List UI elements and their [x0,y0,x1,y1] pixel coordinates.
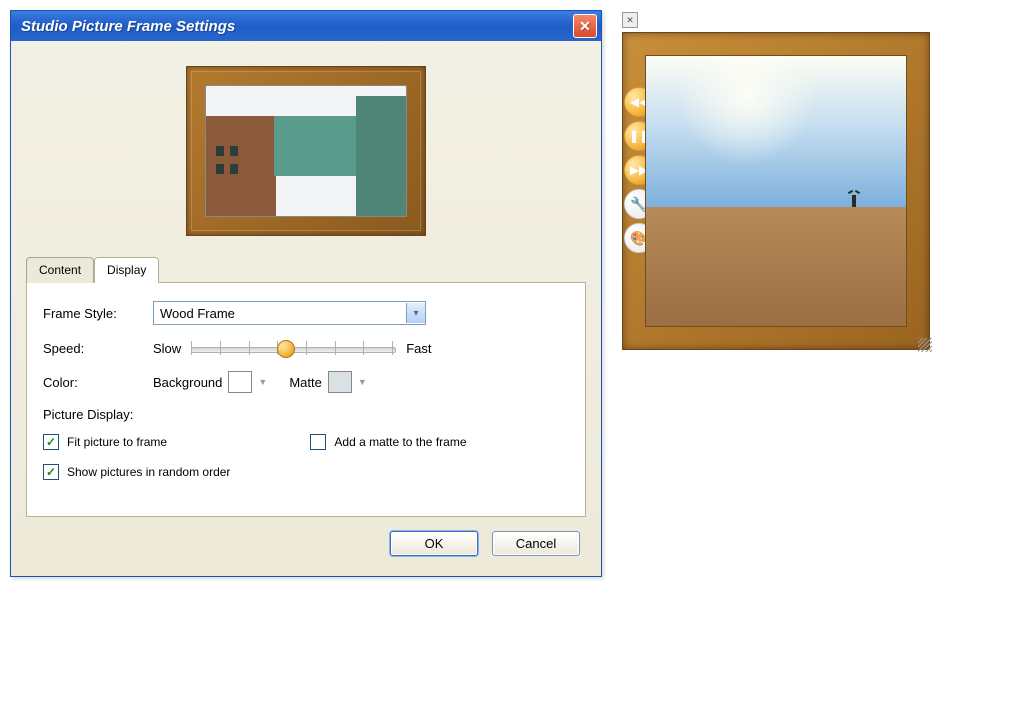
live-wood-frame [622,32,930,350]
speed-slow-label: Slow [153,341,181,356]
close-icon: ✕ [579,18,591,35]
picture-display-label: Picture Display: [43,407,569,422]
background-color-swatch[interactable] [228,371,252,393]
dialog-title: Studio Picture Frame Settings [21,18,235,35]
speed-slider[interactable] [191,339,396,357]
frame-style-value: Wood Frame [160,306,235,321]
tab-display[interactable]: Display [94,257,159,283]
settings-dialog: Studio Picture Frame Settings ✕ [10,10,602,577]
speed-label: Speed: [43,341,153,356]
widget-close-button[interactable]: ✕ [622,12,638,28]
speed-fast-label: Fast [406,341,431,356]
ok-button[interactable]: OK [390,531,478,556]
add-matte-label: Add a matte to the frame [334,435,466,449]
titlebar: Studio Picture Frame Settings ✕ [11,11,601,41]
frame-style-label: Frame Style: [43,306,153,321]
tab-content[interactable]: Content [26,257,94,283]
slider-thumb[interactable] [277,340,295,358]
add-matte-checkbox[interactable] [310,434,326,450]
color-label: Color: [43,375,153,390]
display-tab-panel: Frame Style: Wood Frame ▾ Speed: Slow [26,282,586,517]
preview-area [26,56,586,256]
background-color-dropdown[interactable]: ▼ [258,377,267,387]
live-frame-widget: ✕ ◀◀ ❚❚ ▶▶ 🔧 🎨 [622,10,930,350]
close-icon: ✕ [626,15,634,26]
tab-strip: Content Display [26,256,586,282]
live-photo [645,55,907,327]
random-order-label: Show pictures in random order [67,465,230,479]
preview-image [205,85,407,217]
fit-picture-label: Fit picture to frame [67,435,167,449]
preview-frame [186,66,426,236]
matte-color-dropdown[interactable]: ▼ [358,377,367,387]
close-button[interactable]: ✕ [573,14,597,38]
background-color-label: Background [153,375,222,390]
fit-picture-checkbox[interactable]: ✓ [43,434,59,450]
cancel-button[interactable]: Cancel [492,531,580,556]
frame-style-select[interactable]: Wood Frame ▾ [153,301,426,325]
chevron-down-icon: ▾ [406,303,425,323]
resize-handle[interactable] [918,338,932,352]
matte-color-swatch[interactable] [328,371,352,393]
matte-color-label: Matte [289,375,322,390]
random-order-checkbox[interactable]: ✓ [43,464,59,480]
